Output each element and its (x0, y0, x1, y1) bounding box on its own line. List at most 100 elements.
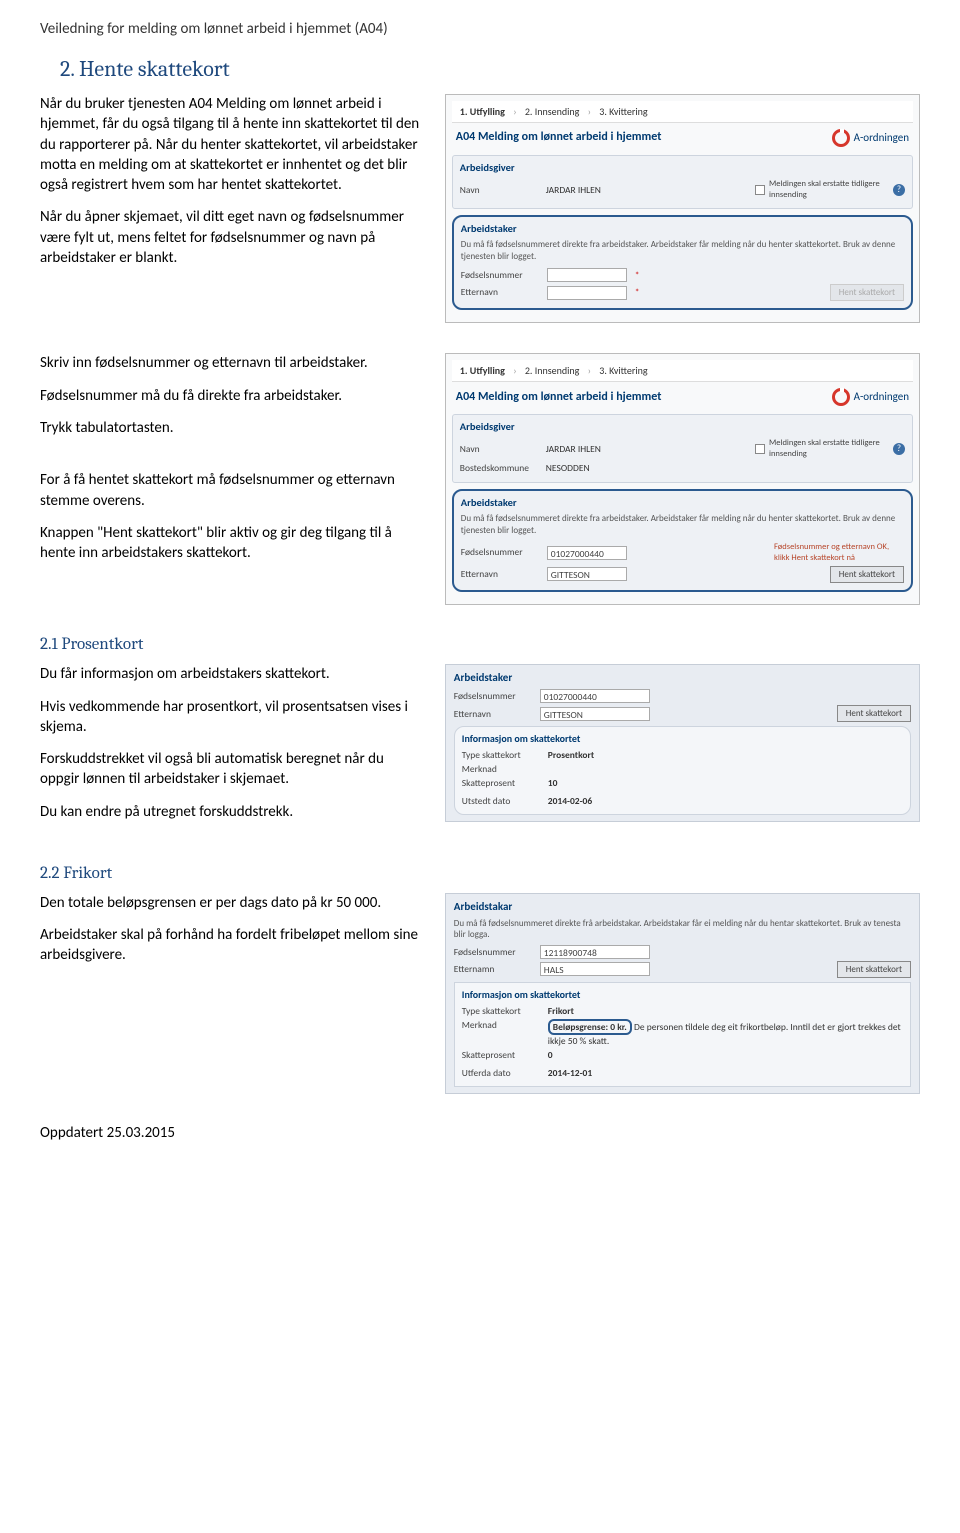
input-etternavn[interactable] (547, 286, 627, 300)
screenshot-filled-form: 1. Utfylling › 2. Innsending › 3. Kvitte… (445, 353, 920, 605)
chevron-right-icon: › (588, 364, 591, 377)
heading-2: 2. Hente skattekort (60, 56, 920, 82)
group-arbeidstaker-highlighted: Arbeidstaker Du må få fødselsnummeret di… (452, 489, 913, 593)
screenshot-blank-form: 1. Utfylling › 2. Innsending › 3. Kvitte… (445, 94, 920, 323)
note-text: Du må få fødselsnummeret direkte fra arb… (461, 513, 904, 536)
paragraph-2-2: Når du åpner skjemaet, vil ditt eget nav… (40, 207, 425, 268)
group-title-arbeidstaker: Arbeidstaker (461, 496, 904, 510)
label-etternavn: Etternavn (461, 568, 541, 580)
label-navn: Navn (460, 184, 540, 196)
brand-logo: A-ordningen (832, 388, 909, 406)
brand-name: A-ordningen (854, 131, 909, 145)
input-etternavn[interactable]: GITTESON (540, 707, 650, 721)
logo-icon (832, 388, 850, 406)
value-merknad-highlight: Beløpsgrense: 0 kr. (548, 1019, 632, 1035)
chevron-right-icon: › (588, 105, 591, 118)
label-utferda: Utferda dato (462, 1067, 542, 1079)
checkbox-label: Meldingen skal erstatte tidligere innsen… (769, 179, 889, 201)
paragraph-21-1: Du får informasjon om arbeidstakers skat… (40, 664, 425, 684)
step-1: 1. Utfylling (460, 364, 505, 377)
heading-2-2: 2.2 Frikort (40, 864, 920, 883)
heading-2-1: 2.1 Prosentkort (40, 635, 920, 654)
label-bosted: Bostedskommune (460, 462, 540, 474)
label-fnr: Fødselsnummer (461, 269, 541, 281)
logo-icon (832, 129, 850, 147)
label-type: Type skattekort (462, 749, 542, 761)
footer-updated: Oppdatert 25.03.2015 (40, 1124, 920, 1142)
paragraph-2-3b: Fødselsnummer må du få direkte fra arbei… (40, 386, 425, 406)
required-star-icon: * (635, 286, 640, 298)
label-fnr: Fødselsnummer (454, 690, 534, 702)
form-title: A04 Melding om lønnet arbeid i hjemmet (456, 130, 662, 146)
value-type: Frikort (548, 1005, 574, 1017)
group-arbeidsgiver: Arbeidsgiver Navn JARDAR IHLEN Meldingen… (452, 155, 913, 209)
label-skatteprosent: Skatteprosent (462, 777, 542, 789)
paragraph-21-4: Du kan endre på utregnet forskuddstrekk. (40, 802, 425, 822)
screenshot-frikort: Arbeidstakar Du må få fødselsnummeret di… (445, 893, 920, 1094)
wizard-steps: 1. Utfylling › 2. Innsending › 3. Kvitte… (452, 101, 913, 123)
value-skatteprosent: 10 (548, 777, 558, 789)
info-title: Informasjon om skattekortet (462, 732, 903, 745)
paragraph-21-3: Forskuddstrekket vil også bli automatisk… (40, 749, 425, 790)
label-etternavn: Etternavn (454, 708, 534, 720)
panel-title-arbeidstakar: Arbeidstakar (454, 900, 911, 913)
input-etternavn[interactable]: GITTESON (547, 567, 627, 581)
group-arbeidstaker-highlighted: Arbeidstaker Du må få fødselsnummeret di… (452, 215, 913, 311)
panel-title-arbeidstaker: Arbeidstaker (454, 671, 911, 684)
value-navn: JARDAR IHLEN (546, 184, 601, 196)
value-navn: JARDAR IHLEN (546, 443, 601, 455)
info-skattekort-highlighted: Informasjon om skattekortet Type skattek… (454, 726, 911, 815)
group-title-arbeidsgiver: Arbeidsgiver (460, 420, 905, 434)
paragraph-2-3c: Trykk tabulatortasten. (40, 418, 425, 438)
paragraph-22-2: Arbeidstaker skal på forhånd ha fordelt … (40, 925, 425, 966)
required-star-icon: * (635, 269, 640, 281)
input-fnr[interactable] (547, 268, 627, 282)
label-navn: Navn (460, 443, 540, 455)
hent-skattekort-button-disabled: Hent skattekort (830, 284, 904, 302)
checkbox-label: Meldingen skal erstatte tidligere innsen… (769, 438, 889, 460)
screenshot-prosentkort: Arbeidstaker Fødselsnummer 01027000440 E… (445, 664, 920, 822)
hent-skattekort-button[interactable]: Hent skattekort (837, 705, 911, 722)
help-icon[interactable]: ? (893, 443, 905, 455)
paragraph-2-4b: Knappen "Hent skattekort" blir aktiv og … (40, 523, 425, 564)
chevron-right-icon: › (513, 105, 516, 118)
step-3: 3. Kvittering (599, 364, 647, 377)
hent-skattekort-button[interactable]: Hent skattekort (837, 961, 911, 978)
group-title-arbeidstaker: Arbeidstaker (461, 222, 904, 236)
value-type: Prosentkort (548, 749, 594, 761)
label-type: Type skattekort (462, 1005, 542, 1017)
checkbox-replace[interactable] (755, 185, 765, 195)
checkbox-replace[interactable] (755, 444, 765, 454)
input-fnr[interactable]: 01027000440 (547, 546, 627, 560)
label-merknad: Merknad (462, 763, 542, 775)
note-text: Du må få fødselsnummeret direkte fra arb… (461, 239, 904, 262)
note-text-nn: Du må få fødselsnummeret direkte frå arb… (454, 918, 911, 940)
form-title: A04 Melding om lønnet arbeid i hjemmet (456, 390, 662, 406)
step-2: 2. Innsending (525, 364, 580, 377)
paragraph-2-1: Når du bruker tjenesten A04 Melding om l… (40, 94, 425, 195)
hent-skattekort-button[interactable]: Hent skattekort (830, 566, 904, 584)
paragraph-21-2: Hvis vedkommende har prosentkort, vil pr… (40, 697, 425, 738)
label-fnr: Fødselsnummer (461, 546, 541, 558)
value-utstedt: 2014-02-06 (548, 795, 592, 807)
paragraph-2-3a: Skriv inn fødselsnummer og etternavn til… (40, 353, 425, 373)
label-etternamn: Etternamn (454, 963, 534, 975)
group-arbeidsgiver: Arbeidsgiver Navn JARDAR IHLEN Meldingen… (452, 414, 913, 482)
label-fnr: Fødselsnummer (454, 946, 534, 958)
group-title-arbeidsgiver: Arbeidsgiver (460, 161, 905, 175)
paragraph-22-1: Den totale beløpsgrensen er per dags dat… (40, 893, 425, 913)
brand-name: A-ordningen (854, 390, 909, 404)
input-fnr[interactable]: 12118900748 (540, 945, 650, 959)
step-1: 1. Utfylling (460, 105, 505, 118)
input-fnr[interactable]: 01027000440 (540, 689, 650, 703)
label-etternavn: Etternavn (461, 286, 541, 298)
chevron-right-icon: › (513, 364, 516, 377)
step-3: 3. Kvittering (599, 105, 647, 118)
help-icon[interactable]: ? (893, 184, 905, 196)
wizard-steps: 1. Utfylling › 2. Innsending › 3. Kvitte… (452, 360, 913, 382)
label-merknad: Merknad (462, 1019, 542, 1031)
validation-ok-note: Fødselsnummer og etternavn OK, klikk Hen… (774, 542, 904, 564)
value-utferda: 2014-12-01 (548, 1067, 592, 1079)
input-etternamn[interactable]: HALS (540, 962, 650, 976)
document-title: Veiledning for melding om lønnet arbeid … (40, 20, 920, 38)
